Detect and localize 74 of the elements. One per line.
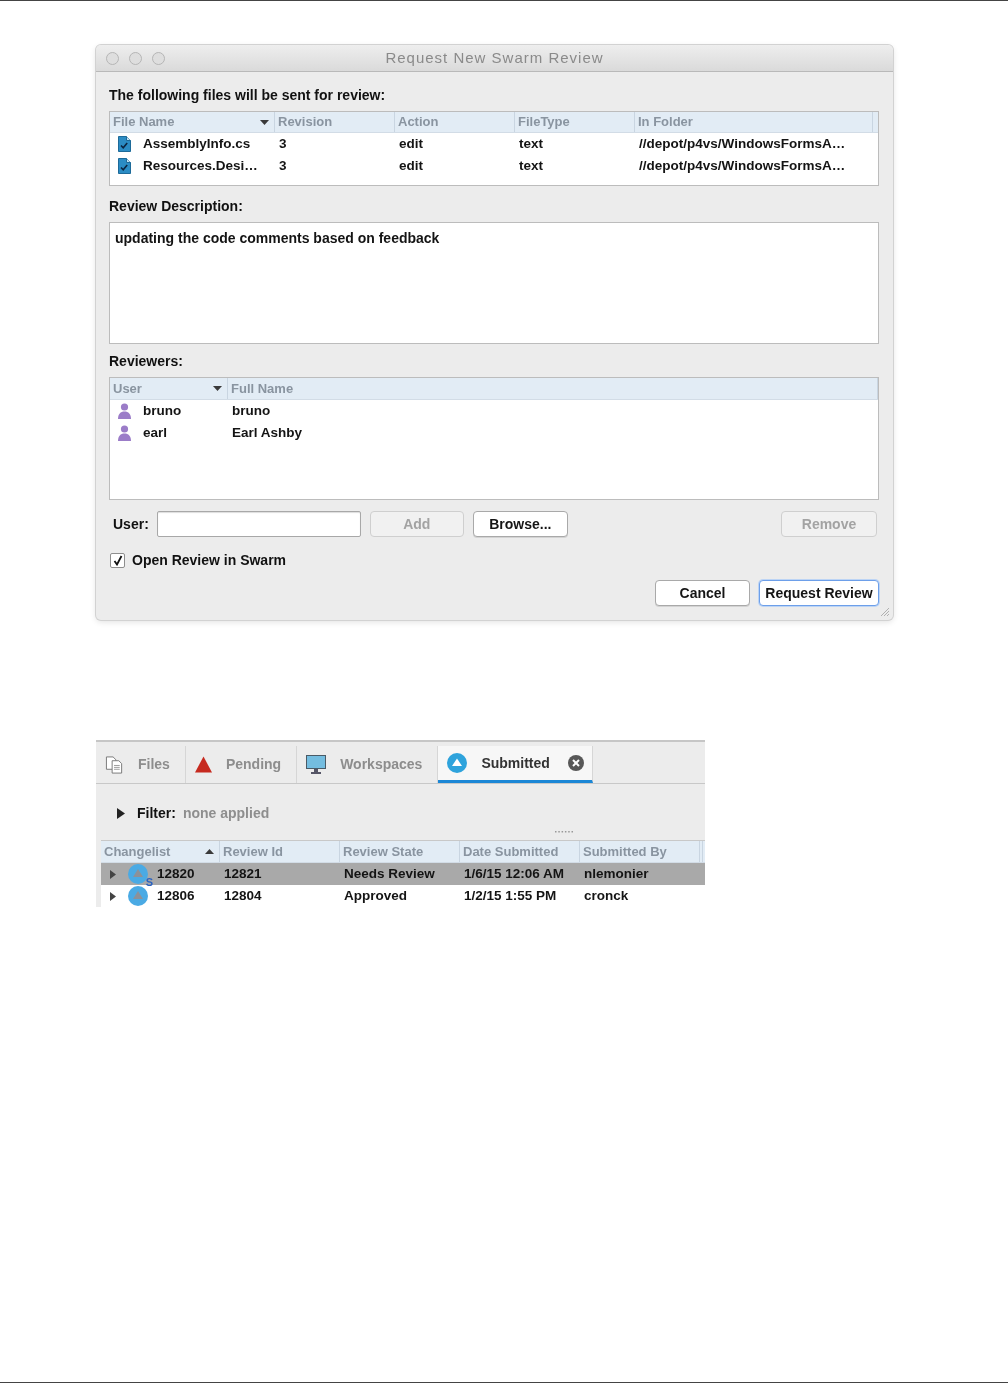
table-cell-text: 3 (279, 156, 287, 175)
section-label: The following files will be sent for review: (109, 86, 387, 104)
user-field[interactable] (156, 511, 361, 537)
person-icon (118, 425, 131, 441)
table-cell-text: 12806 (157, 886, 195, 905)
field-label: User: (113, 514, 149, 534)
disclosure-triangle-icon[interactable] (110, 891, 116, 901)
table-cell-text: edit (399, 134, 423, 153)
tab[interactable]: Submitted (438, 746, 593, 783)
file-check-icon (118, 136, 131, 152)
splitter-grip-icon[interactable] (555, 830, 573, 833)
table-cell-text: AssemblyInfo.cs (143, 134, 251, 153)
checkbox[interactable] (110, 552, 125, 568)
table-cell-text: Earl Ashby (232, 423, 303, 442)
zoom-button[interactable] (152, 51, 165, 65)
disclosure-triangle-icon[interactable] (117, 807, 125, 819)
column-header[interactable]: Date Submitted (460, 841, 580, 862)
review-status-icon (128, 864, 148, 884)
table-cell-text: earl (143, 423, 168, 442)
cancel-button[interactable]: Cancel (655, 580, 750, 606)
table-cell-text: cronck (584, 886, 629, 905)
minimize-button[interactable] (129, 51, 142, 65)
column-header[interactable]: Review State (340, 841, 460, 862)
table-cell-text: 12820 (157, 864, 195, 883)
table-cell-text: text (519, 156, 543, 175)
tab[interactable]: Pending (185, 746, 298, 783)
table-cell-text: 12804 (224, 886, 262, 905)
table-cell-text: Approved (344, 886, 407, 905)
column-header[interactable]: Full Name (228, 378, 878, 399)
column-header[interactable]: Revision (275, 112, 395, 132)
review-status-icon (128, 886, 148, 906)
table-row[interactable]: S 12820 12821 Needs Review 1/6/15 12:06 AM nlemonier (101, 863, 705, 885)
checkmark-icon (112, 554, 123, 566)
table-cell-text: edit (399, 156, 423, 175)
file-check-icon (118, 158, 131, 174)
column-header[interactable]: Action (395, 112, 515, 132)
table-cell-text: bruno (232, 401, 271, 420)
column-header[interactable]: User (110, 378, 228, 399)
request-review-button[interactable]: Request Review (759, 580, 879, 606)
table-cell-text: 12821 (224, 864, 262, 883)
table-cell-text: //depot/p4vs/WindowsFormsA… (639, 134, 846, 153)
resize-grip-icon[interactable] (880, 607, 890, 617)
table-cell-text: Resources.Desi… (143, 156, 258, 175)
triangle-icon (194, 756, 212, 773)
table-cell-text: //depot/p4vs/WindowsFormsA… (639, 156, 846, 175)
column-header[interactable]: File Name (110, 112, 275, 132)
window-title: Request New Swarm Review (385, 47, 604, 68)
status-letter: S (145, 877, 153, 888)
column-header[interactable]: In Folder (635, 112, 873, 132)
column-header[interactable]: FileType (515, 112, 635, 132)
filter-value: none applied (182, 803, 270, 823)
table-cell-text: bruno (143, 401, 182, 420)
checkbox-label: Open Review in Swarm (132, 550, 287, 570)
tab[interactable]: Workspaces (297, 746, 439, 783)
close-icon[interactable] (567, 755, 584, 771)
table-cell-text: 1/6/15 12:06 AM (464, 864, 565, 883)
table-cell-text: 1/2/15 1:55 PM (464, 886, 557, 905)
column-header[interactable]: Submitted By (580, 841, 700, 862)
table-cell-text: Needs Review (344, 864, 435, 883)
monitor-icon (306, 755, 327, 774)
description-field[interactable]: updating the code comments based on feedback (109, 222, 879, 344)
tab[interactable]: Files (96, 746, 186, 783)
column-header[interactable]: Changelist (101, 841, 220, 862)
person-icon (118, 403, 131, 419)
table-cell-text: text (519, 134, 543, 153)
browse-button[interactable]: Browse... (472, 511, 568, 537)
column-header[interactable]: Review Id (220, 841, 340, 862)
filter-label: Filter: (137, 803, 176, 823)
close-button[interactable] (106, 51, 119, 65)
table-cell-text: 3 (279, 134, 287, 153)
table-cell-text: nlemonier (584, 864, 649, 883)
section-label: Review Description: (109, 197, 244, 215)
section-label: Reviewers: (109, 352, 184, 370)
documents-icon (105, 754, 124, 775)
